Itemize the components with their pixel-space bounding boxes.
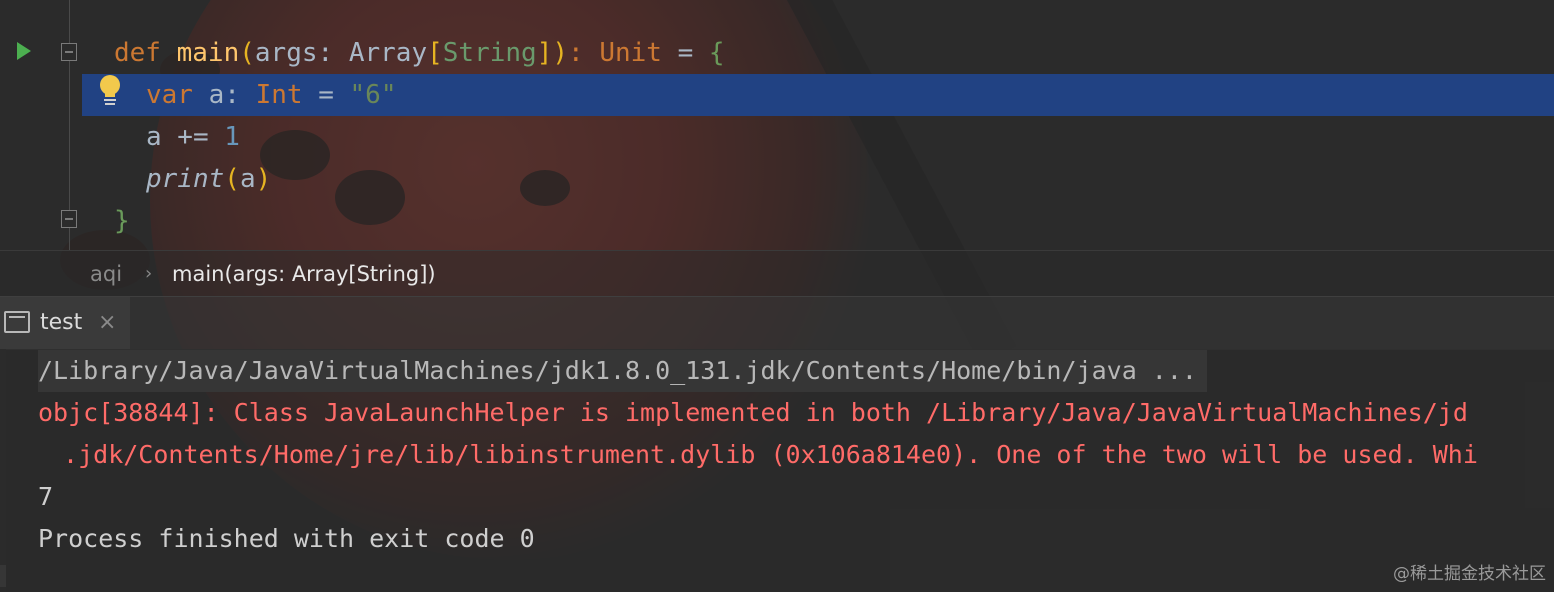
paren: ( [239, 38, 255, 68]
code-line-4[interactable]: print(a) [0, 158, 1554, 200]
brace: { [708, 38, 725, 68]
number-literal: 1 [224, 122, 240, 152]
console-icon [4, 311, 30, 333]
lightbulb-icon[interactable] [98, 74, 122, 108]
close-icon[interactable]: × [98, 297, 116, 349]
brace: } [114, 206, 130, 236]
console-command-line[interactable]: /Library/Java/JavaVirtualMachines/jdk1.8… [38, 350, 1207, 392]
code-line-2[interactable]: var a: Int = "6" [82, 74, 1554, 116]
statement: a += [146, 122, 225, 152]
keyword: def [114, 38, 161, 68]
operator: = [661, 38, 709, 68]
return-type: Unit [599, 38, 662, 68]
bracket: [ [427, 38, 443, 68]
paren: ) [255, 164, 272, 194]
breadcrumb-item-object[interactable]: aqi [90, 251, 122, 297]
run-tool-window-tabbar: test × [0, 296, 1554, 350]
argument: a [239, 164, 256, 194]
identifier: a: [192, 80, 256, 110]
console-output-line: 7 [38, 482, 54, 511]
param: args: [254, 38, 349, 68]
console-error-line: objc[38844]: Class JavaLaunchHelper is i… [38, 398, 1468, 427]
watermark: @稀土掘金技术社区 [1393, 564, 1546, 584]
bracket: ] [536, 38, 553, 68]
console-error-line: .jdk/Contents/Home/jre/lib/libinstrument… [48, 440, 1478, 469]
string-literal: "6" [349, 80, 397, 110]
breadcrumb-item-method[interactable]: main(args: Array[String]) [172, 251, 436, 297]
type: String [442, 38, 537, 68]
paren: ) [552, 38, 568, 68]
chevron-right-icon: › [145, 263, 153, 284]
separator: : [568, 38, 600, 68]
code-line-3[interactable]: a += 1 [0, 116, 1554, 158]
keyword: var [146, 80, 193, 110]
paren: ( [224, 164, 240, 194]
function-call: print [146, 164, 225, 194]
operator: = [302, 80, 350, 110]
tab-test[interactable]: test × [0, 297, 130, 349]
tab-label: test [40, 310, 83, 335]
function-name: main [176, 38, 240, 68]
console-exit-line: Process finished with exit code 0 [38, 524, 535, 553]
code-editor[interactable]: def main(args: Array[String]): Unit = { … [0, 0, 1554, 250]
console-output[interactable]: /Library/Java/JavaVirtualMachines/jdk1.8… [0, 349, 1554, 592]
breadcrumb: aqi › main(args: Array[String]) [0, 250, 1554, 297]
code-line-5[interactable]: } [0, 200, 1554, 242]
type: Array [348, 38, 428, 68]
type: Int [255, 80, 303, 110]
code-line-1[interactable]: def main(args: Array[String]): Unit = { [0, 32, 1554, 74]
